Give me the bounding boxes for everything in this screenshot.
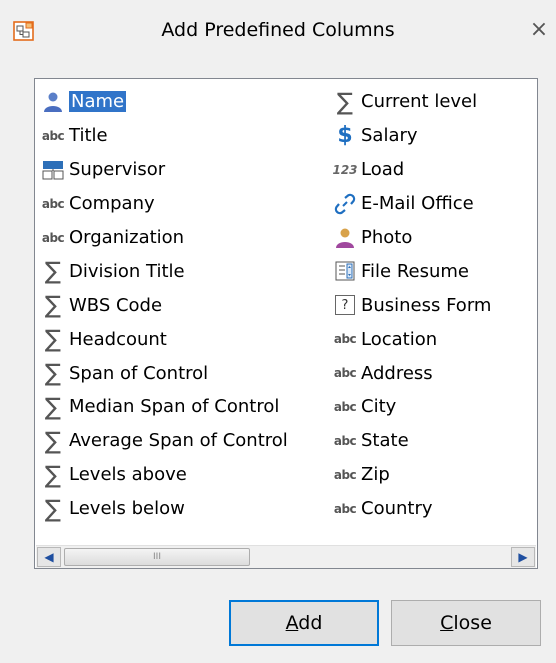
list-item-division-title[interactable]: ∑ Division Title (41, 254, 333, 288)
question-glyph: ? (335, 295, 355, 316)
list-item-label: Headcount (69, 328, 167, 350)
list-item-location[interactable]: abc Location (333, 322, 539, 356)
file-icon (333, 259, 357, 283)
list-item-label: Name (69, 91, 127, 113)
list-item-levels-above[interactable]: ∑ Levels above (41, 458, 333, 492)
list-item-label: Business Form (361, 294, 492, 316)
window-title: Add Predefined Columns (161, 19, 395, 41)
abc-text-icon: abc (333, 433, 357, 448)
list-item-label: Average Span of Control (69, 430, 288, 452)
supervisor-chart-icon (41, 158, 65, 182)
columns-listbox[interactable]: Name abc Title Supervisor abc Company ab… (34, 78, 538, 569)
photo-person-icon (333, 226, 357, 250)
list-item-label: Address (361, 362, 433, 384)
sigma-icon: ∑ (44, 460, 62, 489)
chevron-left-icon: ◀ (44, 550, 54, 564)
abc-text-icon: abc (41, 128, 65, 143)
sigma-icon: ∑ (336, 87, 354, 116)
column-list-right: ∑ Current level $ Salary 123 Load E-Mail… (333, 85, 539, 526)
list-item-label: Salary (361, 125, 418, 147)
list-item-wbs-code[interactable]: ∑ WBS Code (41, 288, 333, 322)
abc-text-icon: abc (333, 332, 357, 347)
list-item-label: Photo (361, 227, 413, 248)
link-icon (333, 192, 357, 216)
abc-text-icon: abc (333, 501, 357, 516)
scroll-right-button[interactable]: ▶ (511, 547, 535, 567)
chevron-right-icon: ▶ (518, 550, 528, 564)
list-item-label: File Resume (361, 260, 470, 282)
add-button-label: dd (298, 612, 323, 634)
close-icon[interactable]: × (525, 16, 553, 44)
list-item-label: Division Title (69, 260, 185, 282)
list-item-label: Location (361, 328, 438, 350)
column-list-left: Name abc Title Supervisor abc Company ab… (41, 85, 333, 526)
list-item-label: Zip (361, 464, 390, 486)
add-accelerator: A (285, 612, 299, 634)
close-accelerator: C (440, 612, 454, 634)
list-item-name[interactable]: Name (41, 85, 333, 119)
list-item-average-span-of-control[interactable]: ∑ Average Span of Control (41, 424, 333, 458)
scroll-thumb[interactable]: III (64, 548, 250, 566)
list-item-label: Levels below (69, 498, 185, 520)
list-item-load[interactable]: 123 Load (333, 153, 539, 187)
list-item-zip[interactable]: abc Zip (333, 458, 539, 492)
abc-text-icon: abc (41, 230, 65, 245)
close-button-label: lose (453, 612, 492, 634)
list-item-label: Median Span of Control (69, 396, 280, 418)
list-item-label: Span of Control (69, 362, 209, 384)
list-item-label: Country (361, 498, 433, 520)
list-item-label: Organization (69, 227, 185, 248)
title-bar: Add Predefined Columns × (0, 0, 556, 62)
list-item-label: WBS Code (69, 294, 163, 316)
sigma-icon: ∑ (44, 426, 62, 455)
list-item-label: Company (69, 193, 155, 215)
sigma-icon: ∑ (44, 257, 62, 286)
sigma-icon: ∑ (44, 325, 62, 354)
list-item-label: Load (361, 159, 405, 181)
list-item-label: Levels above (69, 464, 187, 486)
list-item-photo[interactable]: Photo (333, 221, 539, 255)
person-icon (41, 90, 65, 114)
list-item-salary[interactable]: $ Salary (333, 119, 539, 153)
list-item-current-level[interactable]: ∑ Current level (333, 85, 539, 119)
sigma-icon: ∑ (44, 392, 62, 421)
list-item-median-span-of-control[interactable]: ∑ Median Span of Control (41, 390, 333, 424)
list-item-state[interactable]: abc State (333, 424, 539, 458)
add-button[interactable]: Add (229, 600, 379, 646)
list-item-headcount[interactable]: ∑ Headcount (41, 322, 333, 356)
list-item-label: E-Mail Office (361, 193, 474, 215)
list-item-file-resume[interactable]: File Resume (333, 254, 539, 288)
list-item-label: Supervisor (69, 159, 166, 181)
grip-icon: III (153, 552, 161, 562)
list-item-supervisor[interactable]: Supervisor (41, 153, 333, 187)
list-item-label: City (361, 396, 397, 418)
list-item-span-of-control[interactable]: ∑ Span of Control (41, 356, 333, 390)
list-item-title[interactable]: abc Title (41, 119, 333, 153)
list-item-label: Title (69, 125, 108, 147)
list-item-label: Current level (361, 91, 478, 113)
abc-text-icon: abc (333, 399, 357, 414)
list-item-business-form[interactable]: ? Business Form (333, 288, 539, 322)
list-item-address[interactable]: abc Address (333, 356, 539, 390)
close-button[interactable]: Close (391, 600, 541, 646)
list-item-country[interactable]: abc Country (333, 492, 539, 526)
abc-text-icon: abc (333, 467, 357, 482)
abc-text-icon: abc (333, 366, 357, 381)
scroll-left-button[interactable]: ◀ (37, 547, 61, 567)
abc-text-icon: abc (41, 196, 65, 211)
list-item-organization[interactable]: abc Organization (41, 221, 333, 255)
list-item-city[interactable]: abc City (333, 390, 539, 424)
sigma-icon: ∑ (44, 359, 62, 388)
list-item-company[interactable]: abc Company (41, 187, 333, 221)
horizontal-scrollbar[interactable]: ◀ III ▶ (36, 545, 536, 568)
list-item-email-office[interactable]: E-Mail Office (333, 187, 539, 221)
dollar-icon: $ (337, 123, 353, 149)
sigma-icon: ∑ (44, 291, 62, 320)
sigma-icon: ∑ (44, 494, 62, 523)
number-123-icon: 123 (333, 162, 358, 177)
question-box-icon: ? (333, 293, 357, 317)
list-item-levels-below[interactable]: ∑ Levels below (41, 492, 333, 526)
list-item-label: State (361, 430, 409, 452)
